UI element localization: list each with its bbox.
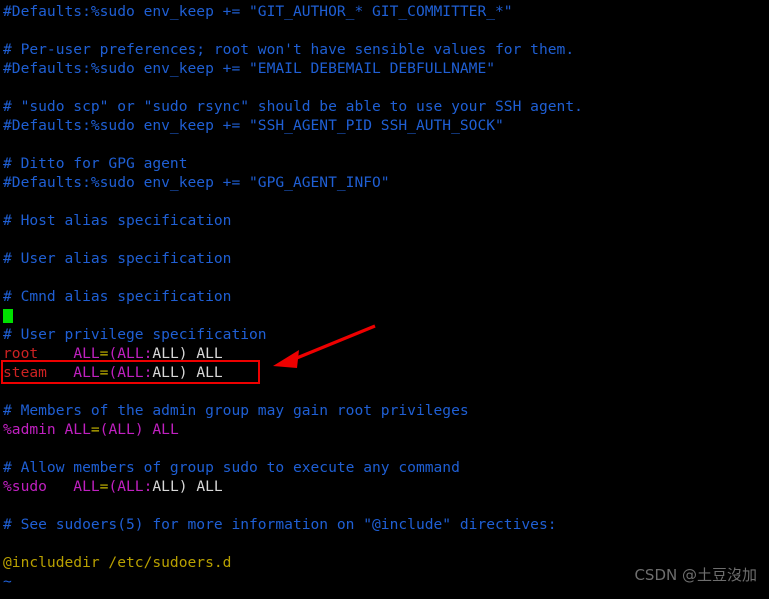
line-segment: #Defaults:%sudo env_keep += "GIT_AUTHOR_…	[3, 3, 513, 20]
editor-line[interactable]: # See sudoers(5) for more information on…	[3, 515, 769, 534]
editor-line[interactable]	[3, 192, 769, 211]
line-segment: (ALL:	[108, 364, 153, 381]
line-segment: # Ditto for GPG agent	[3, 155, 188, 172]
editor-line[interactable]	[3, 230, 769, 249]
line-segment: (ALL) ALL	[99, 421, 179, 438]
line-segment: ~	[3, 573, 12, 590]
line-segment: # Host alias specification	[3, 212, 232, 229]
line-segment	[47, 478, 73, 495]
editor-line[interactable]	[3, 21, 769, 40]
watermark-label: CSDN @土豆沒加	[634, 566, 757, 584]
editor-line[interactable]: # "sudo scp" or "sudo rsync" should be a…	[3, 97, 769, 116]
line-segment: #Defaults:%sudo env_keep += "SSH_AGENT_P…	[3, 117, 504, 134]
line-segment: ALL) ALL	[152, 364, 223, 381]
line-segment	[47, 364, 73, 381]
editor-line[interactable]: # User privilege specification	[3, 325, 769, 344]
line-segment: # Members of the admin group may gain ro…	[3, 402, 469, 419]
editor-line[interactable]: ~	[3, 591, 769, 599]
editor-line[interactable]: #Defaults:%sudo env_keep += "GPG_AGENT_I…	[3, 173, 769, 192]
editor-line[interactable]: %sudo ALL=(ALL:ALL) ALL	[3, 477, 769, 496]
editor-line[interactable]	[3, 268, 769, 287]
line-segment: # "sudo scp" or "sudo rsync" should be a…	[3, 98, 583, 115]
line-segment: # User alias specification	[3, 250, 232, 267]
editor-line[interactable]	[3, 78, 769, 97]
editor-line[interactable]	[3, 135, 769, 154]
line-segment: # Allow members of group sudo to execute…	[3, 459, 460, 476]
editor-line[interactable]: # Allow members of group sudo to execute…	[3, 458, 769, 477]
line-segment: #Defaults:%sudo env_keep += "EMAIL DEBEM…	[3, 60, 496, 77]
editor-line[interactable]: #Defaults:%sudo env_keep += "EMAIL DEBEM…	[3, 59, 769, 78]
vim-text-buffer[interactable]: #Defaults:%sudo env_keep += "GIT_AUTHOR_…	[0, 0, 769, 599]
editor-line[interactable]: # Host alias specification	[3, 211, 769, 230]
line-segment: @includedir /etc/sudoers.d	[3, 554, 232, 571]
editor-line[interactable]: # Ditto for GPG agent	[3, 154, 769, 173]
editor-line[interactable]: #Defaults:%sudo env_keep += "GIT_AUTHOR_…	[3, 2, 769, 21]
editor-line[interactable]: %admin ALL=(ALL) ALL	[3, 420, 769, 439]
editor-line[interactable]: # User alias specification	[3, 249, 769, 268]
editor-line[interactable]: # Cmnd alias specification	[3, 287, 769, 306]
line-segment: # Cmnd alias specification	[3, 288, 232, 305]
editor-line[interactable]: # Per-user preferences; root won't have …	[3, 40, 769, 59]
line-segment: =	[90, 421, 100, 438]
line-segment: # Per-user preferences; root won't have …	[3, 41, 575, 58]
editor-line[interactable]	[3, 534, 769, 553]
line-segment: # User privilege specification	[3, 326, 267, 343]
line-segment: (ALL:	[108, 345, 153, 362]
line-segment: #Defaults:%sudo env_keep += "GPG_AGENT_I…	[3, 174, 390, 191]
line-segment: (ALL:	[108, 478, 153, 495]
line-segment	[38, 345, 73, 362]
line-segment: %sudo	[3, 478, 47, 495]
text-cursor	[3, 309, 13, 323]
editor-line[interactable]	[3, 382, 769, 401]
line-segment: ALL) ALL	[152, 478, 223, 495]
editor-line[interactable]	[3, 306, 769, 325]
terminal-screen: #Defaults:%sudo env_keep += "GIT_AUTHOR_…	[0, 0, 769, 599]
editor-line[interactable]: steam ALL=(ALL:ALL) ALL	[3, 363, 769, 382]
line-segment: ~	[3, 592, 12, 599]
line-segment: root	[3, 345, 39, 362]
line-segment	[56, 421, 65, 438]
line-segment: ALL	[73, 364, 100, 381]
line-segment: ALL	[73, 478, 100, 495]
line-segment: ALL	[73, 345, 100, 362]
editor-line[interactable]: #Defaults:%sudo env_keep += "SSH_AGENT_P…	[3, 116, 769, 135]
editor-line[interactable]: # Members of the admin group may gain ro…	[3, 401, 769, 420]
line-segment: %admin	[3, 421, 56, 438]
line-segment: ALL	[64, 421, 91, 438]
editor-line[interactable]: root ALL=(ALL:ALL) ALL	[3, 344, 769, 363]
line-segment: steam	[3, 364, 47, 381]
line-segment: ALL) ALL	[152, 345, 223, 362]
editor-line[interactable]	[3, 496, 769, 515]
editor-line[interactable]	[3, 439, 769, 458]
line-segment: # See sudoers(5) for more information on…	[3, 516, 557, 533]
